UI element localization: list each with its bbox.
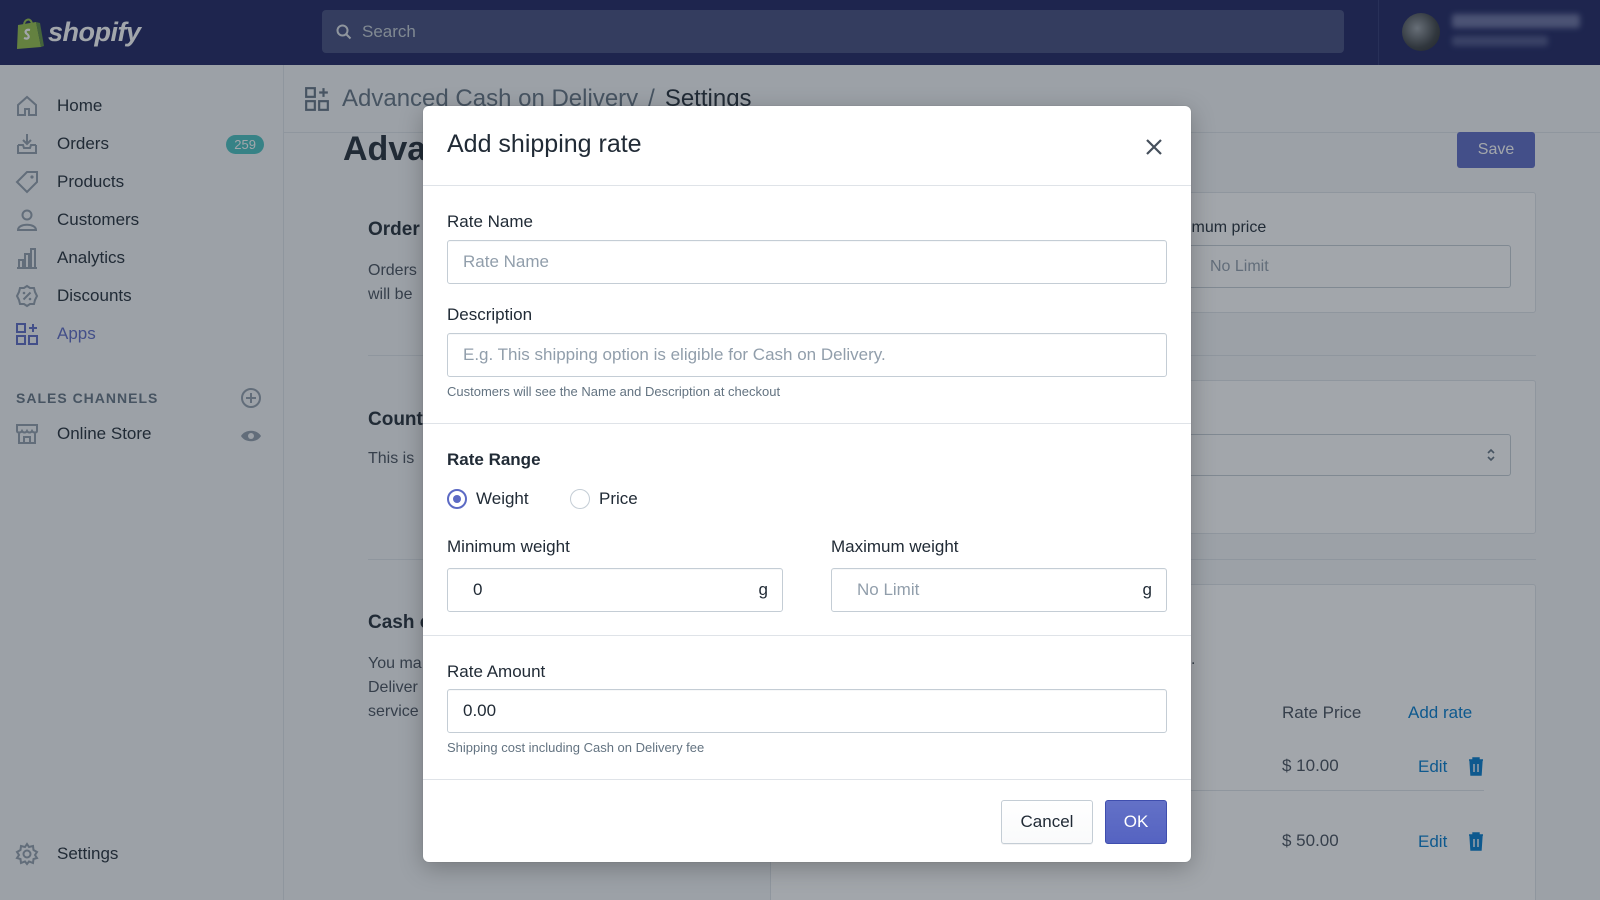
minimum-weight-label: Minimum weight bbox=[447, 537, 570, 556]
weight-unit-suffix: g bbox=[1142, 580, 1152, 599]
price-radio[interactable] bbox=[570, 489, 590, 509]
maximum-weight-input[interactable]: No Limit g bbox=[831, 568, 1167, 612]
modal-section-divider bbox=[423, 635, 1191, 636]
maximum-weight-placeholder: No Limit bbox=[857, 580, 920, 599]
price-radio-label[interactable]: Price bbox=[599, 489, 638, 509]
description-label: Description bbox=[447, 305, 533, 324]
add-shipping-rate-modal: Add shipping rate Rate Name Rate Name De… bbox=[423, 106, 1191, 862]
minimum-weight-input[interactable]: 0 g bbox=[447, 568, 783, 612]
rate-amount-value: 0.00 bbox=[463, 701, 497, 720]
minimum-weight-value: 0 bbox=[473, 580, 483, 599]
rate-name-placeholder: Rate Name bbox=[463, 252, 549, 271]
description-help-text: Customers will see the Name and Descript… bbox=[447, 384, 781, 399]
rate-range-heading: Rate Range bbox=[447, 450, 541, 469]
modal-title: Add shipping rate bbox=[447, 130, 642, 158]
rate-amount-label: Rate Amount bbox=[447, 662, 546, 681]
description-placeholder: E.g. This shipping option is eligible fo… bbox=[463, 345, 886, 364]
maximum-weight-label: Maximum weight bbox=[831, 537, 959, 556]
description-input[interactable]: E.g. This shipping option is eligible fo… bbox=[447, 333, 1167, 377]
ok-button[interactable]: OK bbox=[1105, 800, 1167, 844]
weight-unit-suffix: g bbox=[758, 580, 768, 599]
modal-header: Add shipping rate bbox=[423, 106, 1191, 186]
weight-radio-label[interactable]: Weight bbox=[476, 489, 529, 509]
modal-footer-divider bbox=[423, 779, 1191, 780]
rate-amount-help-text: Shipping cost including Cash on Delivery… bbox=[447, 740, 705, 755]
close-icon[interactable] bbox=[1139, 132, 1169, 162]
weight-radio[interactable] bbox=[447, 489, 467, 509]
cancel-button[interactable]: Cancel bbox=[1001, 800, 1093, 844]
modal-section-divider bbox=[423, 423, 1191, 424]
rate-name-label: Rate Name bbox=[447, 212, 533, 231]
rate-name-input[interactable]: Rate Name bbox=[447, 240, 1167, 284]
rate-amount-input[interactable]: 0.00 bbox=[447, 689, 1167, 733]
